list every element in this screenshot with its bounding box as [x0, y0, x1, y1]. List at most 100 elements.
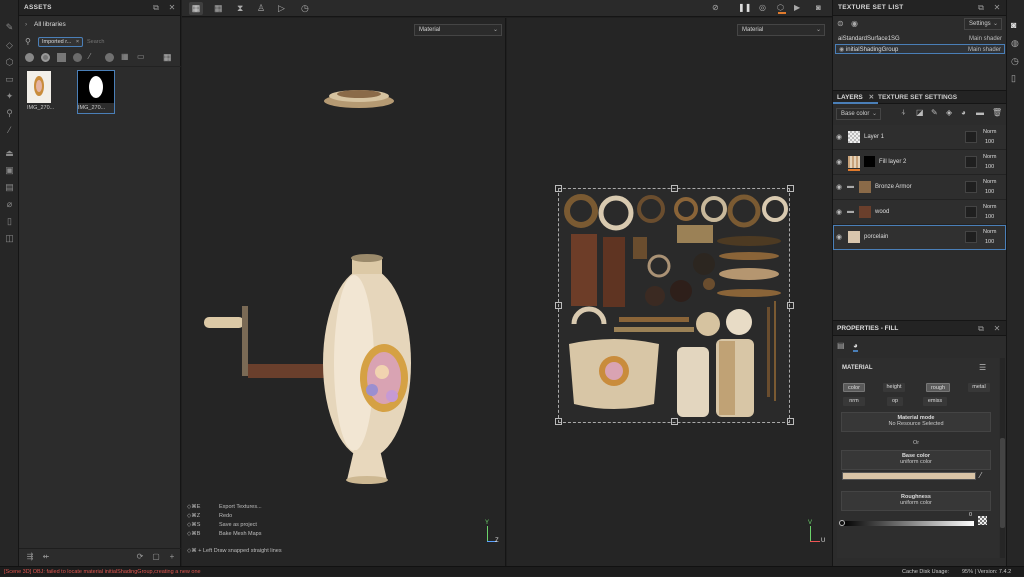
materials-filter-icon[interactable] — [25, 53, 34, 62]
layers-toggle-icon[interactable]: ⊜ — [837, 19, 844, 28]
layer-blend-mode[interactable]: Norm — [983, 229, 996, 235]
close-icon[interactable]: ✕ — [992, 3, 1002, 13]
history-icon[interactable]: ◷ — [1011, 56, 1019, 67]
figure-icon[interactable]: ♙ — [257, 3, 265, 14]
brushes-filter-icon[interactable]: ⁄ — [89, 52, 90, 61]
texture-set-icon[interactable]: ◙ — [1011, 20, 1016, 30]
eye-icon[interactable]: ◉ — [836, 208, 842, 216]
mask-icon[interactable]: ▤ — [4, 182, 15, 193]
channel-nrm-toggle[interactable]: nrm — [843, 397, 865, 406]
add-paint-layer-icon[interactable]: ✎ — [931, 108, 938, 117]
add-folder-icon[interactable]: ▬ — [976, 108, 984, 117]
layer-row-selected[interactable]: ◉ porcelain Norm 100 — [833, 225, 1006, 250]
globe-icon[interactable]: ◍ — [1011, 38, 1019, 49]
new-folder-icon[interactable]: ▢ — [151, 552, 161, 562]
layer-blend-mode[interactable]: Norm — [983, 204, 996, 210]
grid-dense-icon[interactable]: ▦ — [214, 3, 223, 14]
fx-icon[interactable]: ⊘ — [712, 3, 719, 12]
close-icon[interactable]: ✕ — [992, 324, 1002, 334]
layer-opacity[interactable]: 100 — [985, 164, 994, 170]
close-tab-icon[interactable]: ✕ — [869, 94, 874, 101]
eye-icon[interactable]: ◉ — [836, 158, 842, 166]
texture-set-row[interactable]: aiStandardSurface1SG Main shader — [835, 34, 1005, 44]
layer-row[interactable]: ◉ Layer 1 Norm 100 — [833, 125, 1006, 150]
transform-handle[interactable] — [555, 302, 562, 309]
popout-icon[interactable]: ⧉ — [976, 3, 986, 13]
transform-handle[interactable] — [787, 302, 794, 309]
channel-metal-toggle[interactable]: metal — [968, 383, 990, 392]
eyedropper-icon[interactable]: ⁄ — [980, 471, 981, 480]
fill-icon[interactable]: ▣ — [4, 165, 15, 176]
layer-row[interactable]: ◉ ▬ Bronze Armor Norm 100 — [833, 175, 1006, 200]
paint-brush-icon[interactable]: ✎ — [4, 22, 15, 33]
smudge-icon[interactable]: ✦ — [4, 91, 15, 102]
popout-icon[interactable]: ⧉ — [976, 324, 986, 334]
visibility-icon[interactable]: ◉ — [851, 19, 858, 28]
play-box-icon[interactable]: ▷ — [278, 3, 285, 14]
tab-layers[interactable]: LAYERS ✕ — [833, 91, 879, 104]
layer-opacity[interactable]: 100 — [985, 239, 994, 245]
list-menu-icon[interactable]: ☰ — [979, 363, 986, 372]
channel-op-toggle[interactable]: op — [887, 397, 903, 406]
geometry-icon[interactable]: ▭ — [4, 74, 15, 85]
layer-blend-mode[interactable]: Norm — [983, 129, 996, 135]
settings-dropdown[interactable]: Settings ⌄ — [964, 18, 1002, 30]
filter-chip[interactable]: Imported r... × — [38, 37, 84, 47]
popout-icon[interactable]: ⧉ — [151, 3, 161, 13]
channel-dropdown[interactable]: Base color ⌄ — [836, 108, 881, 120]
delete-layer-icon[interactable]: 🗑 — [992, 108, 1002, 117]
remove-filter-icon[interactable]: × — [76, 39, 79, 45]
shortcut-row[interactable]: ◇⌘Z Redo — [187, 512, 262, 521]
picker-icon[interactable]: ⁄ — [4, 125, 15, 136]
channel-emiss-toggle[interactable]: emiss — [923, 397, 947, 406]
anchor-icon[interactable]: ⌀ — [4, 199, 15, 210]
uv-frame[interactable] — [555, 185, 794, 425]
texture-set-row-selected[interactable]: ◉ initialShadingGroup Main shader — [835, 44, 1005, 54]
display-settings-icon[interactable]: ▯ — [1011, 73, 1016, 84]
transform-handle[interactable] — [555, 418, 562, 425]
screenshot-icon[interactable]: ◙ — [816, 3, 821, 12]
channel-height-toggle[interactable]: height — [883, 383, 905, 392]
asset-thumb[interactable]: IMG_270... — [27, 71, 54, 113]
layer-opacity[interactable]: 100 — [985, 214, 994, 220]
eraser-icon[interactable]: ◇ — [4, 40, 15, 51]
add-effect-icon[interactable]: ⍭ — [901, 108, 906, 118]
viewport-3d[interactable]: Material ⌄ ◇⌘E Export Textures... ◇⌘Z Redo… — [182, 18, 506, 566]
pause-icon[interactable]: ❚❚ — [738, 3, 751, 12]
layer-opacity[interactable]: 100 — [985, 189, 994, 195]
history-icon[interactable]: ◷ — [301, 3, 309, 14]
projection-icon[interactable]: ⬡ — [4, 57, 15, 68]
layer-row[interactable]: ◉ Fill layer 2 Norm 100 — [833, 150, 1006, 175]
transform-handle[interactable] — [671, 185, 678, 192]
camera-settings-icon[interactable]: ◎ — [759, 3, 766, 12]
export-icon[interactable]: ⇷ — [41, 552, 51, 562]
layer-blend-mode[interactable]: Norm — [983, 154, 996, 160]
channel-color-toggle[interactable]: color — [843, 383, 865, 392]
add-fill-layer-icon[interactable]: ◈ — [946, 108, 952, 117]
scrollbar-thumb[interactable] — [1000, 438, 1005, 528]
bake-icon[interactable]: ⏏ — [4, 148, 15, 159]
grid-view-icon[interactable]: ▦ — [189, 2, 203, 15]
channel-rough-toggle[interactable]: rough — [926, 383, 950, 392]
add-icon[interactable]: + — [167, 552, 177, 562]
grid-size-icon[interactable]: ▦ — [163, 52, 172, 63]
add-smart-material-icon[interactable]: ◕ — [961, 108, 966, 117]
roughness-field[interactable]: Roughness uniform color — [841, 491, 991, 511]
viewport-2d-mode-dropdown[interactable]: Material ⌄ — [737, 24, 825, 36]
transform-handle[interactable] — [671, 418, 678, 425]
viewport-2d[interactable]: Material ⌄ V U — [507, 18, 832, 566]
layer-opacity[interactable]: 100 — [985, 139, 994, 145]
eye-icon[interactable]: ◉ — [836, 133, 842, 141]
import-icon[interactable]: ⇶ — [25, 552, 35, 562]
layer-row[interactable]: ◉ ▬ wood Norm 100 — [833, 200, 1006, 225]
eye-icon[interactable]: ◉ — [836, 183, 842, 191]
breadcrumb[interactable]: › All libraries — [25, 21, 66, 28]
smart-materials-filter-icon[interactable] — [41, 53, 50, 62]
properties-scrollbar[interactable] — [1000, 358, 1005, 558]
shortcut-row[interactable]: ◇⌘B Bake Mesh Maps — [187, 530, 262, 539]
asset-thumb-selected[interactable]: IMG_270... — [77, 70, 115, 114]
grid-filter-icon[interactable]: ▦ — [121, 52, 129, 61]
add-mask-icon[interactable]: ◪ — [916, 108, 924, 117]
transform-handle[interactable] — [555, 185, 562, 192]
search-input[interactable] — [87, 37, 171, 47]
